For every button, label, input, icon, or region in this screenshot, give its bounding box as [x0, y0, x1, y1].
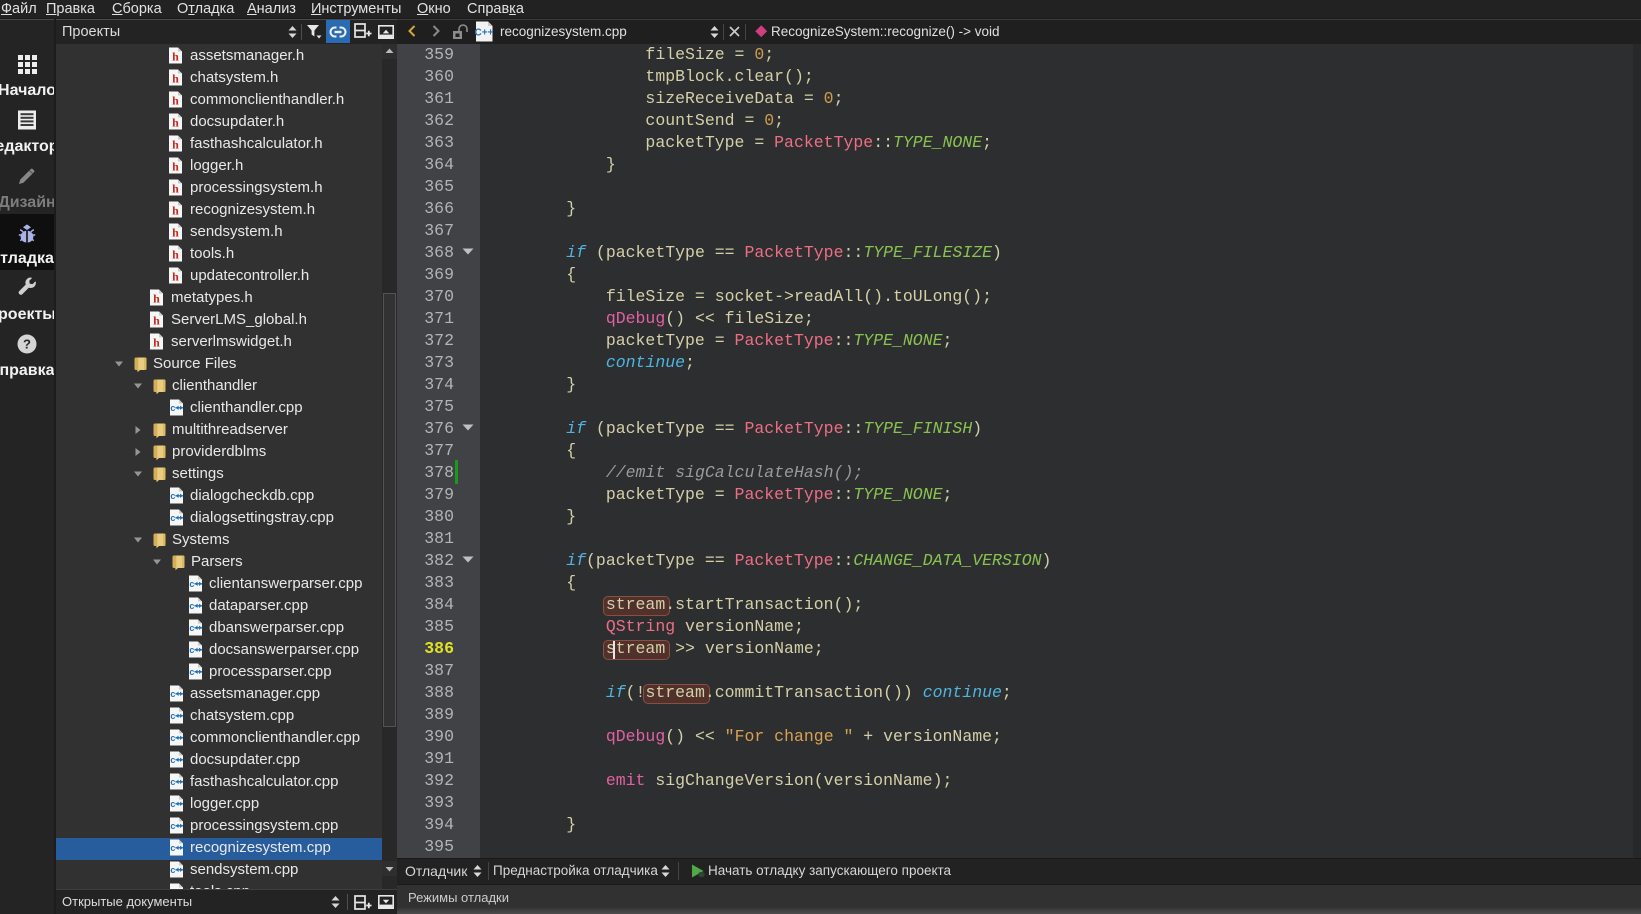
svg-text:c: c — [189, 667, 194, 677]
svg-text:h: h — [172, 50, 179, 64]
svg-text:h: h — [172, 226, 179, 240]
svg-text:c: c — [170, 799, 175, 809]
svg-text:c: c — [170, 755, 175, 765]
svg-text:h: h — [172, 72, 179, 86]
svg-text:h: h — [172, 204, 179, 218]
svg-text:?: ? — [23, 337, 31, 352]
svg-text:c: c — [170, 733, 175, 743]
svg-text:c: c — [189, 645, 194, 655]
svg-text:h: h — [172, 270, 179, 284]
svg-text:h: h — [172, 138, 179, 152]
svg-text:c: c — [170, 711, 175, 721]
svg-text:h: h — [172, 160, 179, 174]
svg-text:c: c — [170, 689, 175, 699]
svg-text:c: c — [189, 623, 194, 633]
svg-text:C++: C++ — [475, 28, 494, 39]
svg-text:c: c — [170, 403, 175, 413]
svg-text:h: h — [172, 182, 179, 196]
svg-text:c: c — [170, 513, 175, 523]
svg-text:h: h — [153, 314, 160, 328]
svg-text:c: c — [189, 601, 194, 611]
svg-text:c: c — [170, 865, 175, 875]
svg-text:h: h — [172, 116, 179, 130]
svg-text:h: h — [153, 336, 160, 350]
svg-text:c: c — [189, 579, 194, 589]
svg-text:c: c — [170, 777, 175, 787]
svg-text:h: h — [153, 292, 160, 306]
svg-text:h: h — [172, 248, 179, 262]
svg-text:h: h — [172, 94, 179, 108]
svg-text:c: c — [170, 821, 175, 831]
svg-text:c: c — [170, 843, 175, 853]
svg-text:c: c — [170, 491, 175, 501]
